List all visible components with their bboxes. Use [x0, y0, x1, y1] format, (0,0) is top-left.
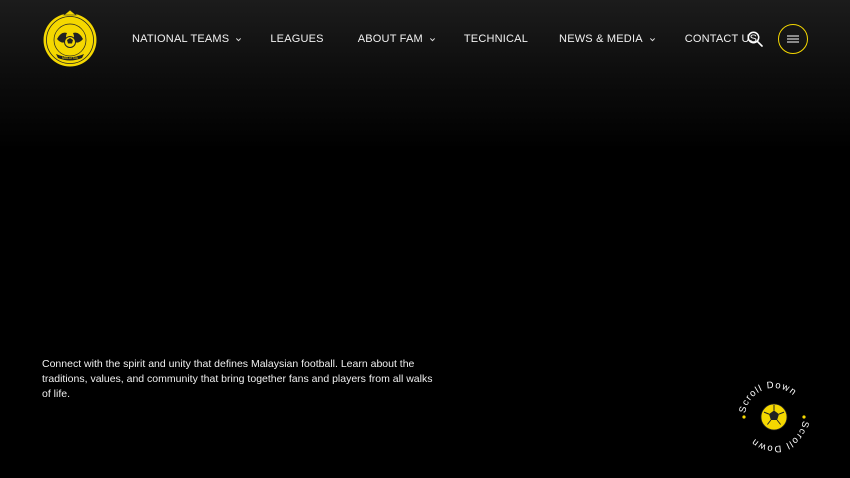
nav-about-fam[interactable]: ABOUT FAM — [358, 33, 436, 45]
nav-news-media[interactable]: NEWS & MEDIA — [559, 33, 656, 45]
chevron-down-icon — [236, 37, 242, 41]
hero-intro-text: Connect with the spirit and unity that d… — [42, 358, 433, 400]
main-nav: NATIONAL TEAMS LEAGUES ABOUT FAM TECHNIC… — [132, 31, 757, 47]
nav-technical[interactable]: TECHNICAL — [464, 33, 528, 45]
hamburger-icon — [787, 35, 799, 43]
menu-button[interactable] — [778, 24, 808, 54]
nav-label: TECHNICAL — [463, 33, 529, 45]
svg-text:MALAYSIA: MALAYSIA — [62, 56, 79, 60]
scroll-down-button[interactable]: Scroll Down Scroll Down — [735, 378, 813, 456]
chevron-down-icon — [649, 37, 655, 41]
nav-label: LEAGUES — [270, 33, 324, 45]
nav-label: NATIONAL TEAMS — [132, 33, 230, 45]
fam-logo[interactable]: MALAYSIA — [42, 9, 98, 69]
nav-national-teams[interactable]: NATIONAL TEAMS — [132, 33, 242, 45]
nav-label: NEWS & MEDIA — [559, 33, 643, 45]
search-icon[interactable] — [746, 30, 764, 48]
chevron-down-icon — [429, 37, 435, 41]
page: MALAYSIA NATIONAL TEAMS LEAGUES ABOUT FA… — [0, 0, 850, 478]
nav-leagues[interactable]: LEAGUES — [270, 33, 323, 45]
nav-label: ABOUT FAM — [357, 33, 423, 45]
football-icon — [760, 403, 788, 431]
